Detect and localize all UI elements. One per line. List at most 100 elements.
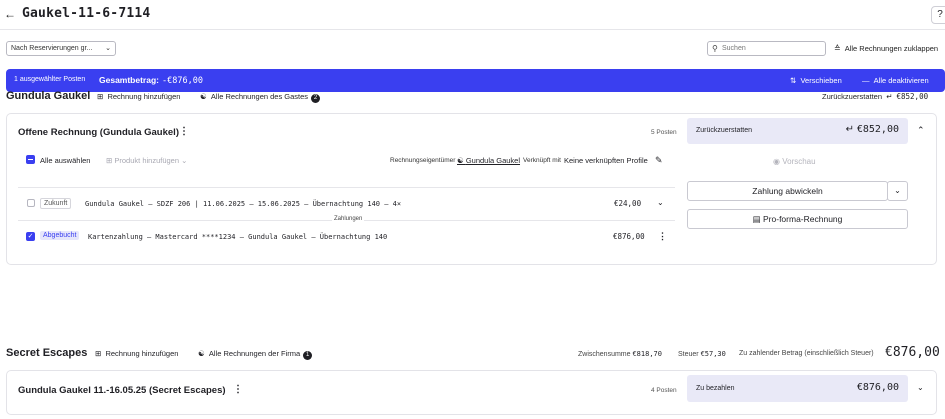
collapse-all-button[interactable]: ≙ Alle Rechnungen zuklappen: [834, 44, 938, 53]
add-invoice-button[interactable]: ⊞ Rechnung hinzufügen: [97, 92, 180, 101]
search-placeholder: Suchen: [722, 45, 746, 52]
all-company-invoices-label: Alle Rechnungen der Firma: [208, 349, 301, 358]
item-description: Kartenzahlung — Mastercard ****1234 — Gu…: [88, 233, 388, 241]
invoice-count-badge: 1: [303, 351, 313, 360]
user-icon: ☯: [198, 349, 205, 358]
return-icon: ↵: [845, 124, 857, 135]
item-checkbox-checked[interactable]: ✓: [26, 232, 35, 241]
item-count: 4 Posten: [651, 387, 677, 394]
subtotal-label: Zwischensumme: [578, 351, 631, 358]
summary-value: €876,00: [856, 382, 899, 393]
add-product-button[interactable]: ⊞ Produkt hinzufügen ⌄: [106, 156, 187, 165]
user-icon: ☯: [200, 92, 207, 101]
move-button[interactable]: ⇅ Verschieben: [790, 76, 842, 85]
invoice-title: Offene Rechnung (Gundula Gaukel): [18, 127, 179, 138]
search-input[interactable]: ⚲ Suchen: [707, 41, 826, 56]
more-vertical-icon[interactable]: ⋮: [233, 384, 243, 395]
refund-label: Zurückzuerstatten: [822, 92, 883, 101]
owner-link[interactable]: ☯ Gundula Gaukel: [457, 156, 520, 165]
proforma-invoice-button[interactable]: ▤ Pro-forma-Rechnung: [687, 209, 908, 229]
tax-value: €57,30: [700, 350, 726, 358]
select-all-label[interactable]: Alle auswählen: [40, 156, 90, 165]
company-name: Secret Escapes: [6, 347, 88, 359]
deactivate-all-button[interactable]: — Alle deaktivieren: [862, 76, 929, 85]
payments-header: Zahlungen: [332, 216, 365, 222]
page-title: Gaukel-11-6-7114: [22, 6, 151, 21]
selection-total-value: -€876,00: [162, 76, 203, 86]
more-vertical-icon[interactable]: ⋮: [658, 231, 667, 242]
linked-label: Verknüpft mit: [523, 157, 561, 164]
collapse-icon: ≙: [834, 44, 841, 53]
divider: [18, 187, 675, 188]
owner-name: Gundula Gaukel: [465, 156, 521, 165]
document-icon: ▤: [752, 214, 761, 224]
chevron-down-icon[interactable]: ⌄: [887, 181, 908, 201]
item-count: 5 Posten: [651, 129, 677, 136]
tax: Steuer €57,30: [678, 350, 726, 358]
summary-label: Zu bezahlen: [696, 385, 735, 392]
add-product-label: Produkt hinzufügen: [114, 156, 180, 165]
plus-square-icon: ⊞: [97, 92, 104, 101]
subtotal-value: €818,70: [632, 350, 662, 358]
summary-label: Zurückzuerstatten: [696, 127, 753, 134]
add-invoice-label: Rechnung hinzufügen: [107, 92, 181, 101]
invoice-summary: Zurückzuerstatten ↵ €852,00: [687, 118, 908, 144]
select-all-checkbox[interactable]: [26, 155, 35, 164]
chevron-down-icon: ⌄: [181, 156, 188, 165]
plus-square-icon: ⊞: [95, 349, 102, 358]
linked-value: Keine verknüpften Profile: [564, 156, 648, 165]
process-payment-button[interactable]: Zahlung abwickeln: [687, 181, 888, 201]
selection-count: 1 ausgewählter Posten: [14, 76, 86, 83]
preview-label: Vorschau: [782, 157, 816, 166]
more-vertical-icon[interactable]: ⋮: [179, 126, 189, 137]
chevron-down-icon[interactable]: ⌄: [917, 383, 924, 392]
chevron-up-icon[interactable]: ⌃: [917, 125, 925, 136]
edit-pencil-icon[interactable]: ✎: [655, 155, 663, 166]
invoice-summary: Zu bezahlen €876,00: [687, 375, 908, 402]
all-guest-invoices-button[interactable]: ☯ Alle Rechnungen des Gastes 2: [200, 92, 321, 103]
selection-total-label: Gesamtbetrag:: [99, 75, 159, 85]
selection-bar: 1 ausgewählter Posten Gesamtbetrag: -€876…: [6, 69, 945, 92]
add-invoice-button[interactable]: ⊞ Rechnung hinzufügen: [95, 349, 178, 358]
summary-amount: ↵ €852,00: [846, 124, 899, 135]
refund-value: €852,00: [896, 92, 929, 101]
status-badge: Abgebucht: [40, 231, 80, 240]
collapse-all-label: Alle Rechnungen zuklappen: [844, 44, 939, 53]
chevron-down-icon: ⌄: [105, 45, 111, 52]
invoice-title: Gundula Gaukel 11.-16.05.25 (Secret Esca…: [18, 385, 226, 396]
return-icon: ↵: [884, 92, 893, 101]
amount-due-value: €876,00: [885, 345, 940, 360]
item-amount: €24,00: [614, 199, 642, 208]
preview-button[interactable]: ◉ Vorschau: [773, 157, 816, 166]
help-circle-icon[interactable]: ?: [931, 6, 945, 24]
minus-icon: —: [862, 76, 870, 85]
amount-due-label: Zu zahlender Betrag (einschließlich Steu…: [739, 350, 874, 357]
group-by-select[interactable]: Nach Reservierungen gr... ⌄: [6, 41, 116, 56]
item-description: Gundula Gaukel — SDZF 206 | 11.06.2025 —…: [85, 200, 402, 208]
group-by-value: Nach Reservierungen gr...: [11, 45, 93, 52]
eye-icon: ◉: [773, 157, 780, 166]
move-label: Verschieben: [800, 76, 842, 85]
chevron-down-icon[interactable]: ⌄: [657, 198, 664, 207]
item-amount: €876,00: [613, 232, 645, 241]
all-company-invoices-button[interactable]: ☯ Alle Rechnungen der Firma 1: [198, 349, 313, 360]
search-icon: ⚲: [712, 44, 718, 53]
item-checkbox[interactable]: [27, 199, 35, 207]
subtotal: Zwischensumme €818,70: [578, 350, 662, 358]
add-invoice-label: Rechnung hinzufügen: [105, 349, 179, 358]
swap-icon: ⇅: [790, 76, 797, 85]
invoice-count-badge: 2: [311, 94, 321, 103]
status-badge: Zukunft: [40, 198, 72, 209]
tax-label: Steuer: [678, 351, 699, 358]
owner-label: Rechnungseigentümer: [390, 157, 456, 164]
summary-value: €852,00: [856, 124, 899, 135]
deactivate-label: Alle deaktivieren: [873, 76, 929, 85]
user-icon: ☯: [457, 156, 466, 165]
arrow-left-icon[interactable]: ←: [4, 7, 18, 21]
proforma-label: Pro-forma-Rechnung: [763, 214, 843, 224]
selection-total: Gesamtbetrag: -€876,00: [99, 75, 203, 86]
plus-square-icon: ⊞: [106, 156, 113, 165]
all-guest-invoices-label: Alle Rechnungen des Gastes: [210, 92, 309, 101]
guest-refund-summary: Zurückzuerstatten ↵ €852,00: [822, 92, 928, 101]
guest-name: Gundula Gaukel: [6, 90, 91, 102]
